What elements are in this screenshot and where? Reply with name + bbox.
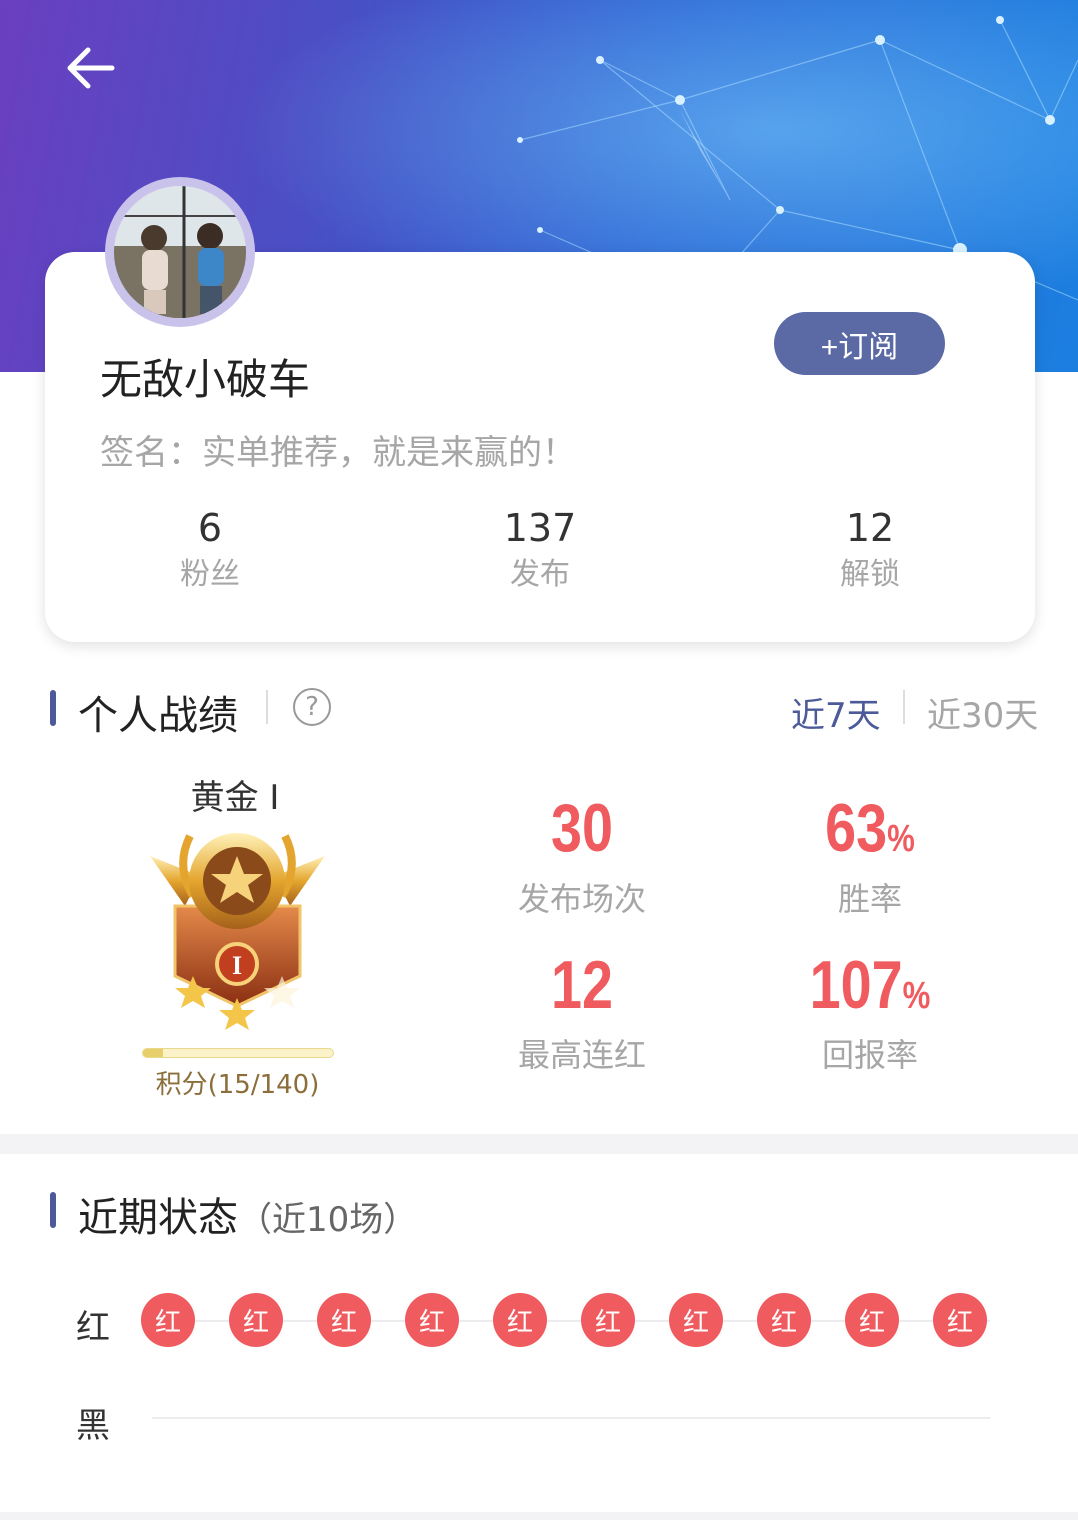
section-marker [50,1192,56,1228]
stat-label: 解锁 [840,557,900,592]
tab-30-days[interactable]: 近30天 [927,688,1038,737]
stat-value: 6 [197,506,223,550]
result-dot-red: 红 [669,1293,723,1347]
row-label-red: 红 [76,1308,110,1348]
stat-value: 12 [845,506,895,550]
bottom-separator [0,1512,1078,1520]
section-separator [0,1134,1078,1154]
points-label: 积分(15/140) [155,1070,320,1100]
stat-unlocks[interactable]: 12 解锁 [770,505,970,599]
arrow-left-icon [67,47,115,89]
metric-posts-label: 发布场次 [517,880,646,918]
metric-posts-value: 30 [500,793,664,874]
tab-7-days[interactable]: 近7天 [791,688,881,737]
result-dot-red: 红 [581,1293,635,1347]
metric-value: 30 [550,790,614,866]
result-dot-red: 红 [229,1293,283,1347]
section-marker [50,690,56,726]
row-label-black: 黑 [76,1406,110,1446]
stat-fans[interactable]: 6 粉丝 [110,505,310,599]
metric-winrate-value: 63% [788,793,952,874]
metric-value: 63 [825,790,888,866]
result-dot-red: 红 [845,1293,899,1347]
back-button[interactable] [60,38,120,98]
gold-rank-badge-icon: I [145,826,330,1031]
metric-value: 107 [809,947,903,1023]
metric-return-label: 回报率 [821,1036,918,1074]
metric-winrate-label: 胜率 [837,880,902,918]
metric-return-value: 107% [788,950,952,1031]
avatar [114,186,246,318]
rank-badge-graphic: I [150,833,325,1030]
result-dot-red: 红 [493,1293,547,1347]
subscribe-button[interactable]: +订阅 [774,312,945,375]
points-progress-fill [143,1049,164,1057]
badge-numeral: I [232,951,242,980]
title-divider [266,690,268,724]
result-dot-red: 红 [141,1293,195,1347]
row-line-black [152,1417,990,1419]
rank-name: 黄金 I [190,778,280,818]
question-circle-icon[interactable]: ? [293,688,331,726]
profile-stats: 6 粉丝 137 发布 12 解锁 [45,505,1035,605]
recent-title: 近期状态（近10场） [78,1185,417,1243]
stat-value: 137 [503,506,577,550]
metric-streak-label: 最高连红 [517,1036,646,1074]
metric-unit: % [887,818,915,860]
metric-unit: % [902,975,931,1017]
metric-streak-value: 12 [500,950,664,1031]
recent-hint: （近10场） [238,1200,418,1240]
metric-value: 12 [550,947,614,1023]
points-progress [142,1048,334,1058]
signature: 签名：实单推荐，就是来赢的！ [100,433,576,473]
recent-title-text: 近期状态 [78,1195,238,1241]
result-dot-red: 红 [757,1293,811,1347]
avatar-photo [114,186,246,318]
stat-label: 发布 [510,557,570,592]
result-dot-red: 红 [317,1293,371,1347]
avatar-ring[interactable] [105,177,255,327]
username: 无敌小破车 [100,355,311,404]
result-dot-red: 红 [933,1293,987,1347]
period-divider [903,690,905,724]
stat-posts[interactable]: 137 发布 [440,505,640,599]
stat-label: 粉丝 [180,557,240,592]
record-title: 个人战绩 [78,693,238,739]
result-dot-red: 红 [405,1293,459,1347]
